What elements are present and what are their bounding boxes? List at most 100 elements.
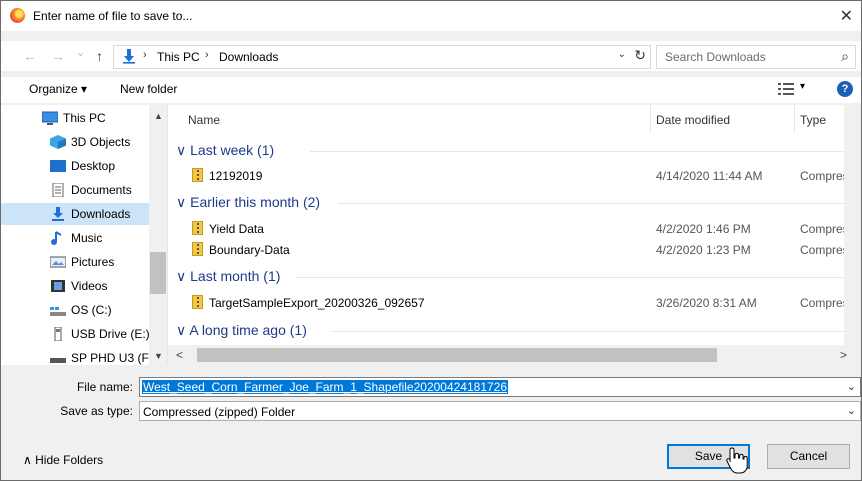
search-input[interactable]: Search Downloads: [665, 50, 766, 64]
horizontal-scroll-thumb[interactable]: [197, 348, 717, 362]
sidebar-item-label: 3D Objects: [71, 135, 131, 149]
zip-folder-icon: [192, 295, 203, 309]
help-icon[interactable]: ?: [837, 81, 853, 97]
zip-folder-icon: [192, 221, 203, 235]
sidebar-item-label: Downloads: [71, 207, 131, 221]
sidebar-item-sp-phd-u3[interactable]: SP PHD U3 (F:): [1, 347, 156, 365]
address-box[interactable]: › This PC › Downloads ⌄ ↻: [113, 45, 651, 69]
new-folder-button[interactable]: New folder: [120, 82, 177, 96]
back-button[interactable]: ←: [23, 48, 37, 64]
document-icon: [52, 183, 64, 197]
view-dropdown-icon[interactable]: ▾: [800, 81, 805, 92]
search-icon[interactable]: ⌕: [841, 48, 849, 65]
group-header-last-month[interactable]: ∨ Last month (1): [176, 268, 280, 285]
file-list-vertical-scrollbar[interactable]: [844, 105, 861, 345]
sidebar-item-label: OS (C:): [71, 303, 112, 317]
group-divider: [332, 331, 845, 332]
sidebar-item-3d-objects[interactable]: 3D Objects: [1, 131, 149, 153]
file-name: 12192019: [209, 169, 263, 183]
scroll-right-icon[interactable]: >: [840, 348, 847, 362]
group-divider: [296, 277, 845, 278]
sidebar-item-os-c[interactable]: OS (C:): [1, 299, 149, 321]
sidebar-item-documents[interactable]: Documents: [1, 179, 149, 201]
up-button[interactable]: ↑: [96, 48, 103, 64]
file-name: Yield Data: [209, 222, 264, 236]
music-icon: [51, 231, 62, 245]
file-row-boundary-data[interactable]: Boundary-Data 4/2/2020 1:23 PM Compress: [168, 239, 861, 259]
file-row-12192019[interactable]: 12192019 4/14/2020 11:44 AM Compress: [168, 165, 861, 185]
column-divider[interactable]: [650, 105, 651, 133]
address-dropdown-icon[interactable]: ⌄: [618, 49, 626, 60]
file-list: Name Date modified Type ∨ Last week (1) …: [168, 105, 861, 345]
dialog-title: Enter name of file to save to...: [33, 9, 193, 23]
column-type[interactable]: Type: [800, 113, 826, 127]
sidebar-scroll-down-icon[interactable]: ▼: [154, 351, 163, 361]
sidebar-item-this-pc[interactable]: This PC: [1, 107, 149, 129]
recent-locations-button[interactable]: ⌄: [76, 46, 85, 59]
sidebar-item-music[interactable]: Music: [1, 227, 149, 249]
title-bar: Enter name of file to save to... ✕: [1, 1, 861, 31]
sidebar-item-label: Videos: [71, 279, 108, 293]
sidebar-item-downloads[interactable]: Downloads: [1, 203, 149, 225]
sidebar-scroll-thumb[interactable]: [150, 252, 166, 294]
command-toolbar: Organize ▾ New folder ▾ ?: [1, 77, 861, 103]
downloads-arrow-icon: [123, 49, 135, 64]
sidebar-item-label: Documents: [71, 183, 132, 197]
file-row-yield-data[interactable]: Yield Data 4/2/2020 1:46 PM Compress: [168, 218, 861, 238]
sidebar-item-desktop[interactable]: Desktop: [1, 155, 149, 177]
sidebar-item-label: USB Drive (E:): [71, 327, 150, 341]
desktop-icon: [50, 160, 66, 172]
search-box[interactable]: Search Downloads ⌕: [656, 45, 856, 69]
close-icon[interactable]: ✕: [840, 6, 853, 26]
group-header-earlier-this-month[interactable]: ∨ Earlier this month (2): [176, 194, 320, 211]
file-date: 4/2/2020 1:23 PM: [656, 243, 751, 257]
file-name: TargetSampleExport_20200326_092657: [209, 296, 425, 310]
sidebar-scrollbar[interactable]: [149, 105, 167, 365]
hand-cursor-icon: [726, 447, 748, 474]
videos-icon: [51, 280, 65, 292]
column-date-modified[interactable]: Date modified: [656, 113, 730, 127]
address-row: ← → ⌄ ↑ › This PC › Downloads ⌄ ↻ Search…: [1, 41, 861, 71]
save-as-type-value: Compressed (zipped) Folder: [143, 405, 296, 419]
scroll-left-icon[interactable]: <: [176, 348, 183, 362]
sidebar-item-label: SP PHD U3 (F:): [71, 351, 157, 365]
pictures-icon: [50, 256, 66, 268]
hide-folders-button[interactable]: ∧ Hide Folders: [23, 453, 103, 467]
file-date: 3/26/2020 8:31 AM: [656, 296, 757, 310]
sidebar-scroll-up-icon[interactable]: ▲: [154, 111, 163, 121]
file-list-horizontal-scrollbar[interactable]: < >: [168, 345, 861, 365]
column-divider[interactable]: [794, 105, 795, 133]
cancel-button[interactable]: Cancel: [767, 444, 850, 469]
file-date: 4/14/2020 11:44 AM: [656, 169, 763, 183]
column-name[interactable]: Name: [188, 113, 220, 127]
sidebar-item-usb-drive[interactable]: USB Drive (E:): [1, 323, 150, 345]
file-name-label: File name:: [76, 380, 133, 394]
file-row-targetsampleexport[interactable]: TargetSampleExport_20200326_092657 3/26/…: [168, 292, 861, 312]
breadcrumb-this-pc[interactable]: This PC: [157, 50, 200, 64]
save-as-type-select[interactable]: Compressed (zipped) Folder ⌄: [139, 401, 861, 421]
refresh-icon[interactable]: ↻: [634, 47, 646, 64]
breadcrumb-separator: ›: [205, 49, 209, 61]
group-header-a-long-time-ago[interactable]: ∨ A long time ago (1): [176, 322, 307, 339]
drive-icon: [50, 307, 66, 316]
group-header-last-week[interactable]: ∨ Last week (1): [176, 142, 274, 159]
breadcrumb-separator: ›: [143, 49, 147, 61]
forward-button[interactable]: →: [51, 48, 65, 64]
cube-icon: [50, 135, 66, 149]
file-name-dropdown-icon[interactable]: ⌄: [847, 380, 856, 393]
firefox-icon: [10, 8, 25, 23]
zip-folder-icon: [192, 168, 203, 182]
breadcrumb-downloads[interactable]: Downloads: [219, 50, 278, 64]
save-as-type-dropdown-icon[interactable]: ⌄: [847, 404, 856, 417]
file-name-field[interactable]: West_Seed_Corn_Farmer_Joe_Farm_1_Shapefi…: [139, 377, 861, 397]
file-name: Boundary-Data: [209, 243, 290, 257]
navigation-pane: This PC 3D Objects Desktop Documents Dow…: [1, 105, 168, 365]
view-options-icon[interactable]: [778, 83, 794, 95]
download-icon: [52, 207, 64, 221]
organize-button[interactable]: Organize ▾: [29, 82, 87, 96]
file-name-input[interactable]: West_Seed_Corn_Farmer_Joe_Farm_1_Shapefi…: [142, 380, 509, 394]
file-date: 4/2/2020 1:46 PM: [656, 222, 751, 236]
sidebar-item-pictures[interactable]: Pictures: [1, 251, 149, 273]
sidebar-item-videos[interactable]: Videos: [1, 275, 149, 297]
group-divider: [338, 203, 845, 204]
